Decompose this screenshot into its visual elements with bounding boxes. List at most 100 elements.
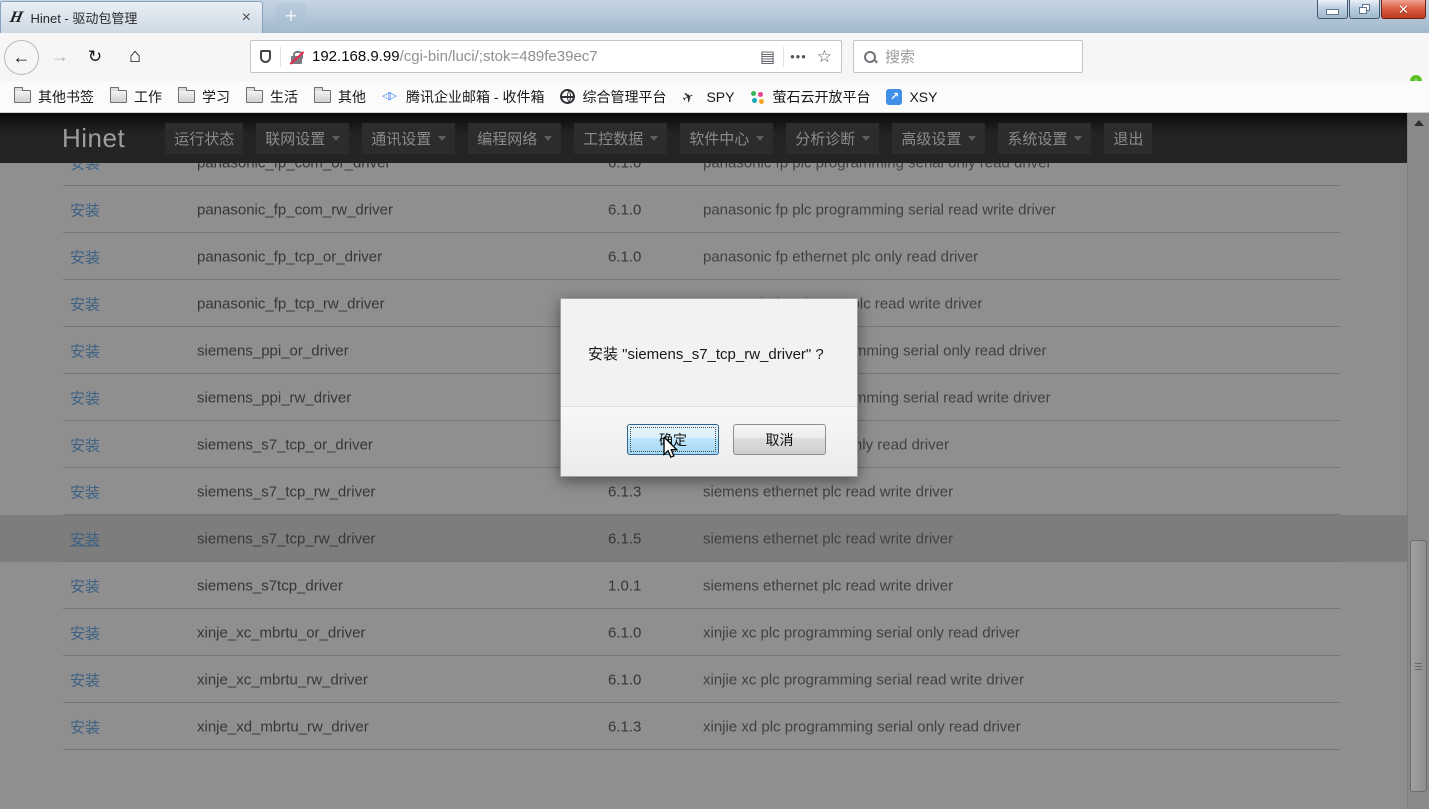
bookmarks-bar: 其他书签 工作 学习 生活 其他 ◁▷ 腾讯企业邮箱 - 收件箱 综合管理平台 … [0, 81, 1429, 113]
chevron-down-icon [1074, 136, 1082, 141]
bookmark-label: 其他 [338, 87, 366, 107]
reload-button[interactable]: ↻ [82, 40, 108, 73]
install-link[interactable]: 安装 [70, 669, 100, 690]
window-titlebar: H Hinet - 驱动包管理 × + ✕ [0, 0, 1429, 33]
close-button[interactable]: ✕ [1381, 0, 1426, 19]
install-link[interactable]: 安装 [70, 434, 100, 455]
ok-button[interactable]: 确定 [627, 424, 719, 455]
site-navbar: Hinet 运行状态 联网设置 通讯设置 编程网络 工控数据 软件中心 分析诊断… [0, 113, 1407, 163]
driver-name: xinje_xd_mbrtu_rw_driver [197, 718, 369, 735]
page-actions-icon[interactable]: ••• [790, 49, 807, 64]
driver-description: panasonic fp ethernet plc only read driv… [703, 248, 978, 265]
confirm-dialog: 安装 "siemens_s7_tcp_rw_driver" ? 确定 取消 [560, 298, 858, 477]
browser-tab[interactable]: H Hinet - 驱动包管理 × [0, 1, 263, 33]
bookmark-item[interactable]: 萤石云开放平台 [742, 84, 878, 110]
table-row: 安装 panasonic_fp_com_rw_driver 6.1.0 pana… [0, 186, 1407, 233]
page-scrollbar[interactable] [1407, 113, 1429, 809]
install-link[interactable]: 安装 [70, 340, 100, 361]
tracking-shield-icon[interactable] [260, 50, 271, 63]
bookmark-item[interactable]: ↗ XSY [878, 86, 945, 108]
site-menu-item[interactable]: 系统设置 [998, 123, 1091, 154]
bookmark-label: 腾讯企业邮箱 - 收件箱 [406, 87, 544, 107]
install-link[interactable]: 安装 [70, 575, 100, 596]
url-path: /cgi-bin/luci/;stok=489fe39ec7 [400, 48, 598, 65]
site-logo[interactable]: Hinet [62, 123, 125, 154]
bookmark-item[interactable]: 生活 [238, 84, 306, 110]
chevron-down-icon [756, 136, 764, 141]
tab-close-icon[interactable]: × [240, 10, 253, 26]
bookmark-item[interactable]: 其他 [306, 84, 374, 110]
bookmark-item[interactable]: 综合管理平台 [552, 84, 674, 110]
scrollbar-thumb[interactable] [1410, 540, 1427, 792]
install-link[interactable]: 安装 [70, 246, 100, 267]
driver-version: 6.1.0 [608, 201, 641, 218]
site-menu-item[interactable]: 高级设置 [892, 123, 985, 154]
table-row: 安装 xinje_xd_mbrtu_rw_driver 6.1.3 xinjie… [0, 703, 1407, 750]
driver-version: 1.0.1 [608, 577, 641, 594]
bookmark-item[interactable]: 学习 [170, 84, 238, 110]
site-menu-item[interactable]: 分析诊断 [786, 123, 879, 154]
driver-name: panasonic_fp_com_rw_driver [197, 201, 393, 218]
url-bar[interactable]: 192.168.9.99/cgi-bin/luci/;stok=489fe39e… [250, 40, 842, 73]
driver-name: siemens_s7_tcp_or_driver [197, 436, 373, 453]
insecure-lock-icon[interactable] [290, 51, 304, 65]
install-link[interactable]: 安装 [70, 528, 100, 549]
site-menu-label: 通讯设置 [371, 128, 431, 149]
bookmark-icon [560, 89, 575, 104]
site-menu-label: 运行状态 [174, 128, 234, 149]
chevron-down-icon [332, 136, 340, 141]
bookmark-icon [246, 90, 263, 103]
driver-description: xinjie xc plc programming serial read wr… [703, 671, 1024, 688]
url-host: 192.168.9.99 [312, 48, 400, 65]
bookmark-item[interactable]: ✈ SPY [674, 86, 742, 108]
table-row: 安装 siemens_s7_tcp_rw_driver 6.1.5 siemen… [0, 515, 1407, 562]
site-menu-item[interactable]: 退出 [1104, 123, 1152, 154]
driver-name: xinje_xc_mbrtu_rw_driver [197, 671, 368, 688]
install-link[interactable]: 安装 [70, 293, 100, 314]
forward-button: → [48, 40, 72, 73]
url-text[interactable]: 192.168.9.99/cgi-bin/luci/;stok=489fe39e… [312, 48, 752, 65]
driver-version: 6.1.0 [608, 624, 641, 641]
site-menu-label: 编程网络 [477, 128, 537, 149]
install-link[interactable]: 安装 [70, 199, 100, 220]
bookmark-star-icon[interactable]: ☆ [817, 47, 832, 67]
new-tab-button[interactable]: + [276, 3, 306, 31]
site-menu-label: 退出 [1113, 128, 1143, 149]
bookmark-label: 其他书签 [38, 87, 94, 107]
site-menu-item[interactable]: 软件中心 [680, 123, 773, 154]
install-link[interactable]: 安装 [70, 387, 100, 408]
reader-mode-icon[interactable]: ▤ [760, 47, 775, 67]
minimize-button[interactable] [1317, 0, 1348, 19]
install-link[interactable]: 安装 [70, 481, 100, 502]
install-link[interactable]: 安装 [70, 622, 100, 643]
driver-name: panasonic_fp_tcp_or_driver [197, 248, 382, 265]
site-menu-item[interactable]: 通讯设置 [362, 123, 455, 154]
site-menu-item[interactable]: 联网设置 [256, 123, 349, 154]
bookmark-icon [14, 90, 31, 103]
bookmark-icon [314, 90, 331, 103]
close-icon: ✕ [1398, 3, 1409, 16]
site-menu-label: 系统设置 [1007, 128, 1067, 149]
bookmark-label: 工作 [134, 87, 162, 107]
bookmark-label: 学习 [202, 87, 230, 107]
driver-name: xinje_xc_mbrtu_or_driver [197, 624, 365, 641]
driver-name: panasonic_fp_tcp_rw_driver [197, 295, 385, 312]
install-link[interactable]: 安装 [70, 716, 100, 737]
search-bar[interactable]: 搜索 [853, 40, 1083, 73]
dialog-message: 安装 "siemens_s7_tcp_rw_driver" ? [588, 343, 824, 364]
back-button[interactable]: ← [4, 40, 39, 75]
scroll-up-arrow[interactable] [1408, 115, 1429, 131]
scrollbar-grip [1415, 663, 1422, 671]
site-menu-item[interactable]: 编程网络 [468, 123, 561, 154]
cancel-button[interactable]: 取消 [733, 424, 826, 455]
driver-version: 6.1.3 [608, 718, 641, 735]
bookmark-item[interactable]: ◁▷ 腾讯企业邮箱 - 收件箱 [374, 84, 552, 110]
bookmark-item[interactable]: 工作 [102, 84, 170, 110]
restore-button[interactable] [1349, 0, 1380, 19]
site-menu-item[interactable]: 工控数据 [574, 123, 667, 154]
chevron-down-icon [650, 136, 658, 141]
bookmark-item[interactable]: 其他书签 [6, 84, 102, 110]
home-button[interactable]: ⌂ [122, 40, 148, 73]
site-menu-item[interactable]: 运行状态 [165, 123, 243, 154]
site-menu-label: 高级设置 [901, 128, 961, 149]
